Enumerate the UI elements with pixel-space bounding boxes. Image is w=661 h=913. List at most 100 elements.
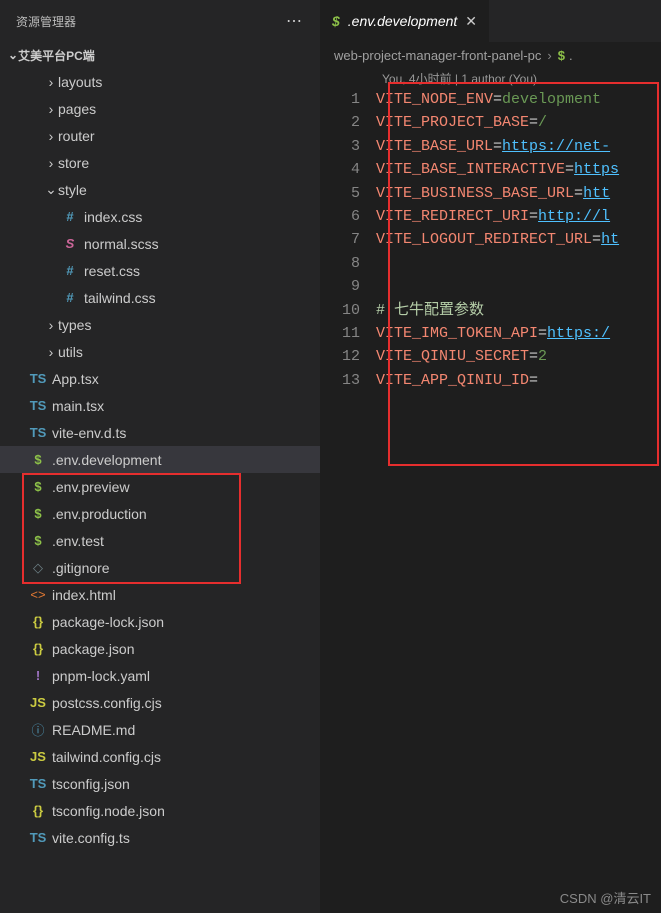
file-item[interactable]: <>index.html (0, 581, 320, 608)
file-label: README.md (52, 722, 135, 738)
code-line[interactable]: VITE_IMG_TOKEN_API=https:/ (376, 322, 661, 345)
file-item[interactable]: #tailwind.css (0, 284, 320, 311)
chevron-right-icon: › (44, 101, 58, 117)
file-item[interactable]: TSvite.config.ts (0, 824, 320, 851)
folder-item[interactable]: ›router (0, 122, 320, 149)
code-content[interactable]: You, 4小时前 | 1 author (You) VITE_NODE_ENV… (376, 68, 661, 913)
file-label: normal.scss (84, 236, 159, 252)
line-number: 1 (320, 88, 360, 111)
ts-icon: TS (28, 398, 48, 413)
line-number: 5 (320, 182, 360, 205)
folder-label: store (58, 155, 89, 171)
breadcrumb[interactable]: web-project-manager-front-panel-pc › $ . (320, 42, 661, 68)
file-item[interactable]: Snormal.scss (0, 230, 320, 257)
code-line[interactable]: VITE_BUSINESS_BASE_URL=htt (376, 182, 661, 205)
hash-icon: # (60, 290, 80, 305)
code-line[interactable]: VITE_LOGOUT_REDIRECT_URL=ht (376, 228, 661, 251)
file-item[interactable]: $ .env.development (0, 446, 320, 473)
file-item[interactable]: $.env.production (0, 500, 320, 527)
code-line[interactable]: VITE_NODE_ENV=development (376, 88, 661, 111)
file-item[interactable]: ! pnpm-lock.yaml (0, 662, 320, 689)
folder-item[interactable]: ›pages (0, 95, 320, 122)
code-line[interactable]: VITE_BASE_INTERACTIVE=https (376, 158, 661, 181)
file-item[interactable]: $.env.test (0, 527, 320, 554)
dollar-icon: $ (28, 479, 48, 494)
code-line[interactable] (376, 275, 661, 298)
breadcrumb-segment[interactable]: web-project-manager-front-panel-pc (334, 48, 541, 63)
code-line[interactable] (376, 252, 661, 275)
file-label: tailwind.config.cjs (52, 749, 161, 765)
more-actions-icon[interactable]: ⋯ (286, 11, 304, 31)
code-editor[interactable]: 12345678910111213 You, 4小时前 | 1 author (… (320, 68, 661, 913)
explorer-header: 资源管理器 ⋯ (0, 0, 320, 42)
file-item[interactable]: ⓘREADME.md (0, 716, 320, 743)
file-item[interactable]: {}tsconfig.node.json (0, 797, 320, 824)
file-tree[interactable]: ›layouts›pages›router›store⌄style#index.… (0, 68, 320, 913)
folder-item[interactable]: ›types (0, 311, 320, 338)
file-label: .env.preview (52, 479, 130, 495)
folder-label: pages (58, 101, 96, 117)
folder-item[interactable]: ⌄style (0, 176, 320, 203)
explorer-title: 资源管理器 (16, 13, 76, 30)
file-item[interactable]: {}package.json (0, 635, 320, 662)
project-root[interactable]: ⌄ 艾美平台PC端 (0, 42, 320, 68)
code-line[interactable]: VITE_REDIRECT_URI=http://l (376, 205, 661, 228)
dollar-icon: $ (28, 452, 48, 467)
line-number: 13 (320, 369, 360, 392)
js-icon: JS (28, 749, 48, 764)
watermark: CSDN @清云IT (560, 888, 651, 907)
file-item[interactable]: # index.css (0, 203, 320, 230)
file-item[interactable]: TS main.tsx (0, 392, 320, 419)
file-label: main.tsx (52, 398, 104, 414)
code-line[interactable]: VITE_QINIU_SECRET=2 (376, 345, 661, 368)
exclaim-icon: ! (28, 668, 48, 683)
chevron-right-icon: › (44, 344, 58, 360)
folder-label: utils (58, 344, 83, 360)
hash-icon: # (60, 209, 80, 224)
code-line[interactable]: # 七牛配置参数 (376, 299, 661, 322)
line-number: 10 (320, 299, 360, 322)
file-label: package-lock.json (52, 614, 164, 630)
html-icon: <> (28, 587, 48, 602)
codelens[interactable]: You, 4小时前 | 1 author (You) (382, 68, 661, 88)
file-label: vite-env.d.ts (52, 425, 126, 441)
folder-label: types (58, 317, 91, 333)
file-item[interactable]: {} package-lock.json (0, 608, 320, 635)
file-label: reset.css (84, 263, 140, 279)
file-label: .env.test (52, 533, 104, 549)
file-item[interactable]: $ .env.preview (0, 473, 320, 500)
folder-item[interactable]: ›store (0, 149, 320, 176)
line-number: 7 (320, 228, 360, 251)
json-icon: {} (28, 641, 48, 656)
folder-item[interactable]: ›layouts (0, 68, 320, 95)
code-line[interactable]: VITE_BASE_URL=https://net- (376, 135, 661, 158)
file-label: index.css (84, 209, 142, 225)
tab-env-development[interactable]: $ .env.development ✕ (320, 0, 490, 42)
code-line[interactable]: VITE_APP_QINIU_ID= (376, 369, 661, 392)
file-item[interactable]: TSvite-env.d.ts (0, 419, 320, 446)
breadcrumb-segment[interactable]: $ . (558, 48, 573, 63)
file-item[interactable]: TS tsconfig.json (0, 770, 320, 797)
file-item[interactable]: TSApp.tsx (0, 365, 320, 392)
folder-item[interactable]: ›utils (0, 338, 320, 365)
line-number: 11 (320, 322, 360, 345)
folder-label: layouts (58, 74, 102, 90)
file-label: .env.development (52, 452, 161, 468)
line-number: 9 (320, 275, 360, 298)
close-icon[interactable]: ✕ (465, 13, 477, 30)
code-line[interactable]: VITE_PROJECT_BASE=/ (376, 111, 661, 134)
file-item[interactable]: JS tailwind.config.cjs (0, 743, 320, 770)
file-item[interactable]: JSpostcss.config.cjs (0, 689, 320, 716)
chevron-right-icon: › (44, 74, 58, 90)
file-item[interactable]: # reset.css (0, 257, 320, 284)
dollar-icon: $ (558, 48, 565, 63)
file-item[interactable]: ◇.gitignore (0, 554, 320, 581)
tab-label: .env.development (348, 13, 457, 29)
sass-icon: S (60, 236, 80, 251)
json-icon: {} (28, 614, 48, 629)
chevron-right-icon: › (44, 128, 58, 144)
hash-icon: # (60, 263, 80, 278)
file-label: pnpm-lock.yaml (52, 668, 150, 684)
tsconfig-icon: TS (28, 776, 48, 791)
file-label: tsconfig.json (52, 776, 130, 792)
